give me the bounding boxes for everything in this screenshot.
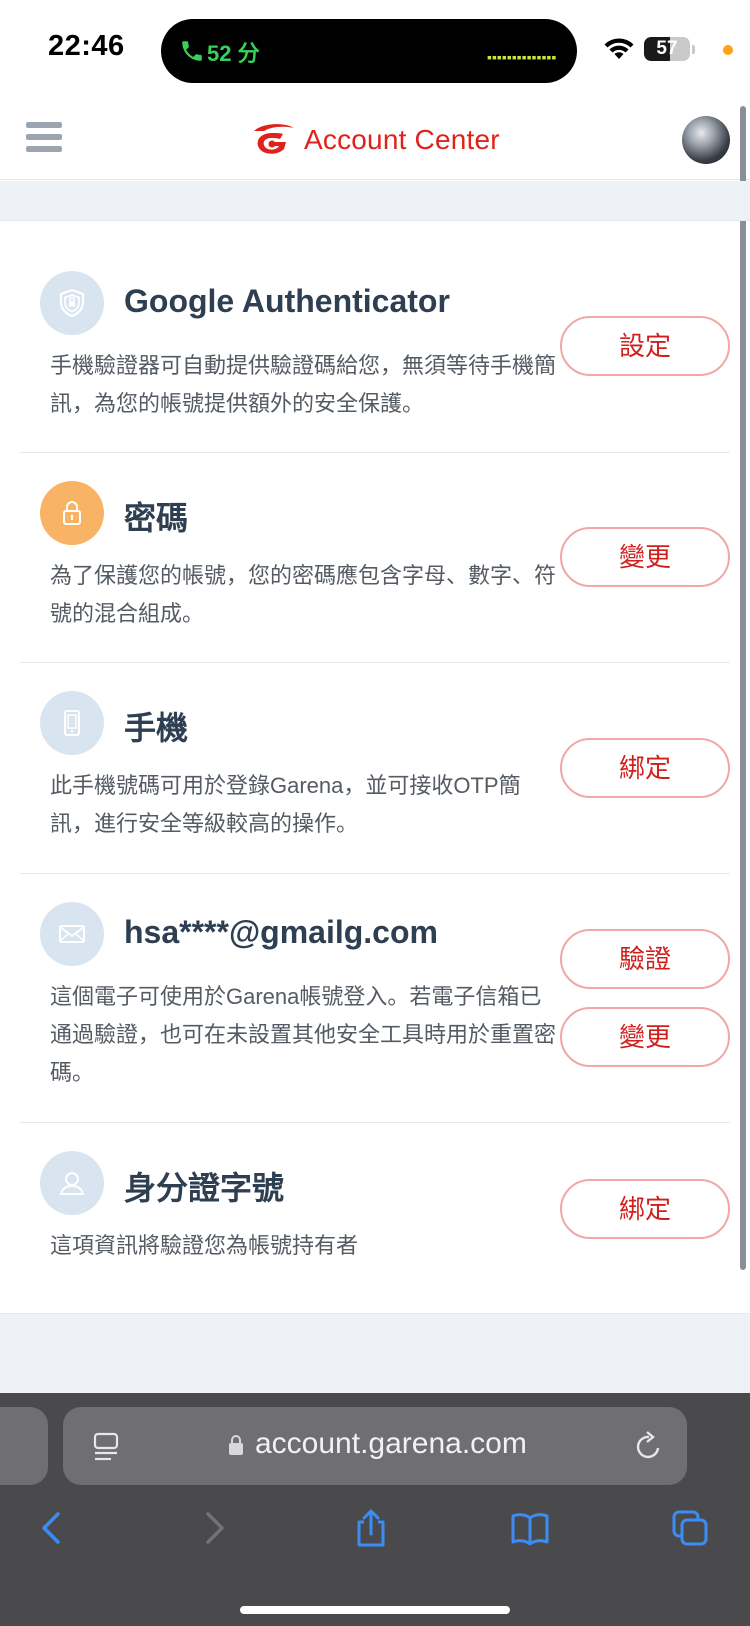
change-password-button[interactable]: 變更 (560, 527, 730, 587)
garena-logo-icon (254, 124, 294, 154)
id-person-icon (40, 1151, 104, 1215)
section-description: 此手機號碼可用於登錄Garena，並可接收OTP簡訊，進行安全等級較高的操作。 (50, 773, 521, 836)
lock-icon (40, 481, 104, 545)
wifi-icon (604, 38, 634, 59)
section-title: hsa****@gmailg.com (124, 914, 438, 950)
password-section: 密碼 為了保護您的帳號，您的密碼應包含字母、數字、符號的混合組成。 變更 (20, 453, 730, 663)
section-title: 手機 (124, 710, 189, 746)
email-icon (40, 902, 104, 966)
phone-icon (40, 691, 104, 755)
menu-icon[interactable] (26, 122, 62, 154)
bookmarks-icon[interactable] (510, 1508, 550, 1548)
url-text[interactable]: account.garena.com (255, 1427, 527, 1461)
brand[interactable]: Account Center (250, 120, 500, 160)
battery-cap (692, 45, 695, 54)
scrollbar[interactable] (740, 106, 746, 1270)
section-title: 身分證字號 (124, 1170, 285, 1206)
section-title: 密碼 (124, 500, 189, 536)
section-description: 這個電子可使用於Garena帳號登入。若電子信箱已通過驗證，也可在未設置其他安全… (50, 984, 557, 1085)
audio-waveform-icon: ▪▪▪▪▪▪▪▪▪▪▪▪▪▪ (487, 49, 557, 65)
tabs-icon[interactable] (670, 1508, 710, 1548)
home-indicator[interactable] (240, 1606, 510, 1614)
top-divider-band (0, 181, 750, 221)
battery-percent: 57 (656, 38, 678, 59)
section-description: 手機驗證器可自動提供驗證碼給您，無須等待手機簡訊，為您的帳號提供額外的安全保護。 (50, 353, 557, 416)
page-title: Account Center (304, 124, 500, 155)
reload-icon[interactable] (633, 1429, 665, 1463)
section-description: 這項資訊將驗證您為帳號持有者 (50, 1233, 359, 1258)
lock-icon (229, 1435, 243, 1455)
dynamic-island[interactable]: 52 分 ▪▪▪▪▪▪▪▪▪▪▪▪▪▪ (161, 19, 577, 83)
forward-icon[interactable] (194, 1508, 234, 1548)
previous-tab-preview[interactable] (0, 1407, 48, 1485)
shield-icon (40, 271, 104, 335)
back-icon[interactable] (32, 1508, 72, 1548)
id-number-section: 身分證字號 這項資訊將驗證您為帳號持有者 綁定 (20, 1123, 730, 1313)
privacy-indicator-dot (723, 45, 733, 55)
bind-id-button[interactable]: 綁定 (560, 1179, 730, 1239)
app-header: Account Center (0, 100, 750, 180)
email-section: hsa****@gmailg.com 這個電子可使用於Garena帳號登入。若電… (20, 874, 730, 1123)
status-bar: 22:46 52 分 ▪▪▪▪▪▪▪▪▪▪▪▪▪▪ 57 (0, 0, 750, 100)
section-description: 為了保護您的帳號，您的密碼應包含字母、數字、符號的混合組成。 (50, 563, 557, 626)
bottom-band (0, 1313, 750, 1393)
battery-icon: 57 (644, 37, 690, 61)
phone-section: 手機 此手機號碼可用於登錄Garena，並可接收OTP簡訊，進行安全等級較高的操… (20, 663, 730, 874)
page-menu-icon[interactable] (91, 1431, 121, 1463)
call-duration: 52 分 (207, 41, 260, 66)
address-bar[interactable]: account.garena.com (63, 1407, 687, 1485)
browser-toolbar: account.garena.com (0, 1393, 750, 1626)
bind-phone-button[interactable]: 綁定 (560, 738, 730, 798)
section-title: Google Authenticator (124, 283, 450, 319)
change-email-button[interactable]: 變更 (560, 1007, 730, 1067)
phone-call-icon (182, 41, 202, 61)
setup-authenticator-button[interactable]: 設定 (560, 316, 730, 376)
google-authenticator-section: Google Authenticator 手機驗證器可自動提供驗證碼給您，無須等… (20, 221, 730, 453)
share-icon[interactable] (351, 1508, 391, 1548)
verify-email-button[interactable]: 驗證 (560, 929, 730, 989)
status-time: 22:46 (48, 30, 125, 62)
avatar[interactable] (682, 116, 730, 164)
